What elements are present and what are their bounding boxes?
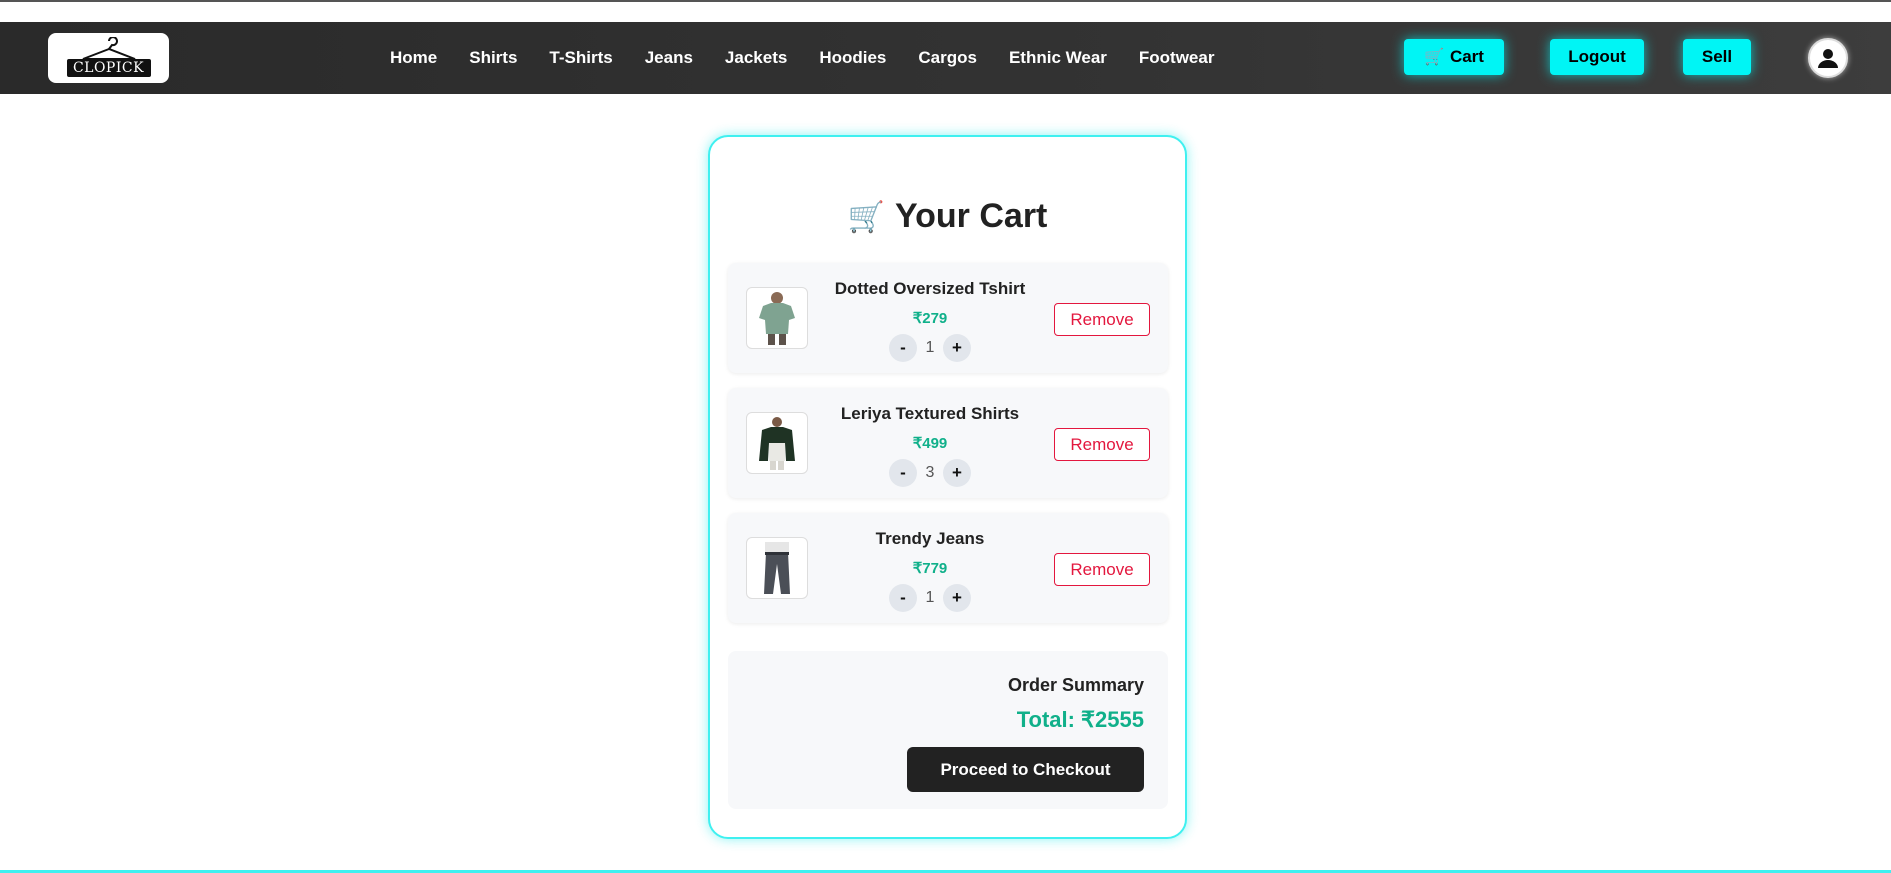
checkout-button[interactable]: Proceed to Checkout	[907, 747, 1144, 792]
item-name: Trendy Jeans	[875, 529, 985, 548]
nav-shirts[interactable]: Shirts	[469, 48, 517, 68]
product-image[interactable]	[746, 287, 808, 349]
sell-button[interactable]: Sell	[1683, 39, 1751, 75]
item-price: ₹779	[912, 560, 948, 577]
nav-cargos[interactable]: Cargos	[918, 48, 977, 68]
nav-home[interactable]: Home	[390, 48, 437, 68]
quantity-value: 1	[925, 339, 935, 356]
cart-title-icon: 🛒	[847, 201, 885, 234]
order-summary-title: Order Summary	[1007, 675, 1144, 695]
logout-button[interactable]: Logout	[1550, 39, 1644, 75]
item-name: Leriya Textured Shirts	[840, 404, 1020, 423]
item-price: ₹279	[912, 310, 948, 327]
nav-tshirts[interactable]: T-Shirts	[549, 48, 612, 68]
quantity-value: 1	[925, 589, 935, 606]
item-info: Leriya Textured Shirts ₹499 - 3 +	[818, 404, 1042, 487]
logo-text: CLOPICK	[66, 59, 151, 77]
main-nav: Home Shirts T-Shirts Jeans Jackets Hoodi…	[390, 22, 1246, 94]
cart-panel: 🛒 Your Cart Dotted Oversized Tshirt ₹279 …	[708, 135, 1187, 839]
increase-quantity-button[interactable]: +	[943, 334, 971, 362]
top-border	[0, 0, 1891, 2]
decrease-quantity-button[interactable]: -	[889, 584, 917, 612]
quantity-value: 3	[925, 464, 935, 481]
avatar[interactable]	[1808, 38, 1848, 78]
nav-hoodies[interactable]: Hoodies	[819, 48, 886, 68]
quantity-stepper: - 1 +	[818, 334, 1042, 362]
remove-button[interactable]: Remove	[1054, 553, 1150, 586]
tshirt-icon	[759, 292, 795, 345]
item-info: Trendy Jeans ₹779 - 1 +	[818, 529, 1042, 612]
page-title: 🛒 Your Cart	[710, 197, 1185, 236]
jeans-icon	[764, 542, 790, 594]
nav-jeans[interactable]: Jeans	[645, 48, 693, 68]
item-name: Dotted Oversized Tshirt	[834, 279, 1026, 298]
cart-item: Trendy Jeans ₹779 - 1 + Remove	[728, 513, 1168, 623]
item-price: ₹499	[912, 435, 948, 452]
increase-quantity-button[interactable]: +	[943, 584, 971, 612]
cart-item: Leriya Textured Shirts ₹499 - 3 + Remove	[728, 388, 1168, 498]
increase-quantity-button[interactable]: +	[943, 459, 971, 487]
remove-button[interactable]: Remove	[1054, 428, 1150, 461]
order-total: Total: ₹2555	[1016, 707, 1144, 732]
order-summary: Order Summary Total: ₹2555 Proceed to Ch…	[728, 651, 1168, 809]
cart-button[interactable]: 🛒 Cart	[1404, 39, 1504, 75]
quantity-stepper: - 1 +	[818, 584, 1042, 612]
nav-ethnic-wear[interactable]: Ethnic Wear	[1009, 48, 1107, 68]
decrease-quantity-button[interactable]: -	[889, 459, 917, 487]
quantity-stepper: - 3 +	[818, 459, 1042, 487]
product-image[interactable]	[746, 537, 808, 599]
cart-icon: 🛒	[1424, 49, 1444, 66]
decrease-quantity-button[interactable]: -	[889, 334, 917, 362]
user-icon	[1815, 45, 1841, 71]
item-info: Dotted Oversized Tshirt ₹279 - 1 +	[818, 279, 1042, 362]
remove-button[interactable]: Remove	[1054, 303, 1150, 336]
cart-item: Dotted Oversized Tshirt ₹279 - 1 + Remov…	[728, 263, 1168, 373]
navbar: CLOPICK Home Shirts T-Shirts Jeans Jacke…	[0, 22, 1891, 94]
shirt-icon	[759, 417, 795, 470]
logo[interactable]: CLOPICK	[48, 33, 169, 83]
nav-jackets[interactable]: Jackets	[725, 48, 787, 68]
logo-mark: CLOPICK	[63, 37, 155, 79]
product-image[interactable]	[746, 412, 808, 474]
cart-title-text: Your Cart	[894, 197, 1048, 235]
nav-footwear[interactable]: Footwear	[1139, 48, 1215, 68]
cart-button-label: Cart	[1449, 47, 1484, 66]
